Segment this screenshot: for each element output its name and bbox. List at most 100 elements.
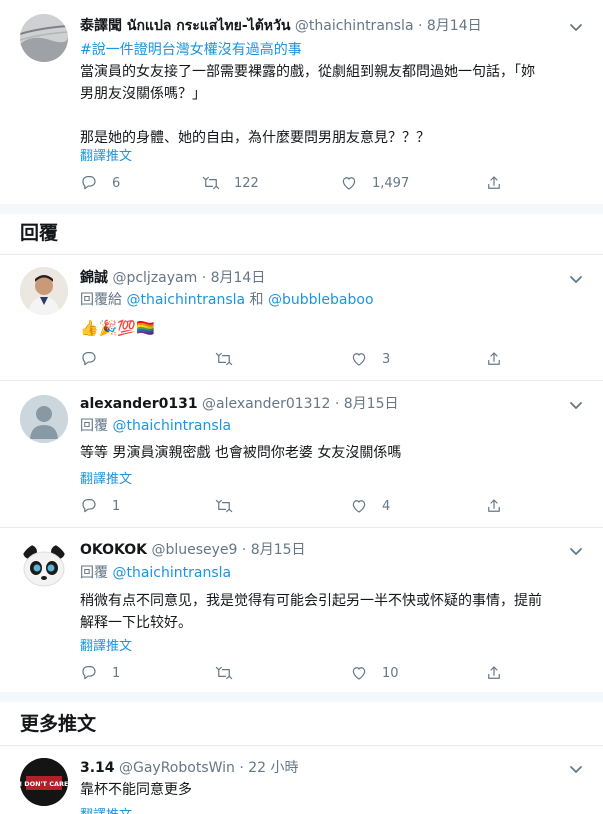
tweet-text: 等等 男演員演親密戲 也會被問你老婆 女友沒關係嗎 [80, 445, 402, 461]
avatar[interactable] [20, 267, 68, 315]
like-count: 10 [382, 665, 399, 681]
tweet-header: 3.14 @GayRobotsWin · 22 小時 [80, 758, 299, 778]
hashtag-link[interactable]: #說一件證明台灣女權沒有過高的事 [80, 39, 535, 61]
tweet-line: 當演員的女友接了一部需要裸露的戲，從劇組到親友都問過她一句話，「妳 [80, 64, 535, 80]
author-name[interactable]: 錦誠 [80, 270, 108, 286]
like-button[interactable]: 1,497 [340, 173, 409, 193]
share-button[interactable] [485, 663, 503, 683]
reply-prefix: 回覆 [80, 565, 108, 581]
reply-count: 1 [112, 498, 121, 514]
retweet-icon [215, 666, 233, 680]
share-icon [488, 352, 500, 365]
author-name[interactable]: 3.14 [80, 760, 115, 776]
retweet-button[interactable]: 122 [202, 173, 259, 193]
tweet-date[interactable]: · 8月15日 [335, 396, 399, 412]
reply-prefix: 回覆給 [80, 292, 122, 308]
author-handle[interactable]: @blueseye9 [151, 542, 237, 558]
like-button[interactable]: 4 [350, 496, 390, 516]
more-tweets-heading: 更多推文 [20, 713, 97, 735]
avatar[interactable] [20, 395, 68, 443]
tweet-header: 錦誠 @pcljzayam · 8月14日 [80, 268, 265, 288]
reply-icon [82, 352, 96, 366]
replies-heading: 回覆 [20, 222, 59, 244]
author-handle[interactable]: @pcljzayam [112, 270, 197, 286]
tweet-line: 稍微有点不同意见，我是觉得有可能会引起另一半不快或怀疑的事情，提前 [80, 593, 542, 609]
share-button[interactable] [485, 173, 503, 193]
share-icon [488, 666, 500, 679]
tweet-line: 男朋友沒關係嗎？」 [80, 86, 206, 102]
like-button[interactable]: 3 [350, 349, 390, 369]
retweet-button[interactable] [215, 496, 247, 516]
author-name[interactable]: alexander0131 [80, 396, 198, 412]
avatar-image [20, 267, 68, 315]
avatar-image: I DON'T CARE [20, 758, 68, 806]
reply-button[interactable]: 6 [80, 173, 120, 193]
chevron-down-icon[interactable] [566, 269, 586, 289]
retweet-button[interactable] [215, 663, 247, 683]
tweet-header: OKOKOK @blueseye9 · 8月15日 [80, 540, 306, 560]
like-count: 3 [382, 351, 391, 367]
retweet-icon [202, 176, 220, 190]
mention-link[interactable]: @thaichintransla [126, 292, 245, 308]
reply-icon [82, 666, 96, 680]
tweet-line: 那是她的身體、她的自由，為什麼要問男朋友意見？？？ [80, 130, 430, 146]
reply-count: 1 [112, 665, 121, 681]
translate-link[interactable]: 翻譯推文 [80, 468, 132, 487]
avatar[interactable] [20, 542, 68, 590]
tweet-text: #說一件證明台灣女權沒有過高的事 當演員的女友接了一部需要裸露的戲，從劇組到親友… [80, 39, 535, 149]
tweet-text: 靠杯不能同意更多 [80, 782, 192, 798]
tweet-date[interactable]: · 8月14日 [202, 270, 266, 286]
author-name[interactable]: OKOKOK [80, 542, 147, 558]
main-tweet[interactable]: 泰譯聞 นักแปล กระแสไทย-ไต้หวัน @thaichintra… [0, 0, 603, 205]
author-handle[interactable]: @alexander01312 [202, 396, 330, 412]
author-name[interactable]: 泰譯聞 นักแปล กระแสไทย-ไต้หวัน [80, 18, 290, 34]
share-button[interactable] [485, 349, 503, 369]
panda-icon [20, 542, 68, 590]
reply-button[interactable]: 1 [80, 496, 120, 516]
share-icon [488, 176, 500, 189]
reply-context: 回覆 @thaichintransla [80, 562, 231, 584]
author-handle[interactable]: @thaichintransla [295, 18, 414, 34]
avatar[interactable] [20, 14, 68, 62]
reply-tweet[interactable]: OKOKOK @blueseye9 · 8月15日 回覆 @thaichintr… [0, 528, 603, 691]
author-handle[interactable]: @GayRobotsWin [119, 760, 235, 776]
translate-link[interactable]: 翻譯推文 [80, 804, 132, 814]
reply-button[interactable] [80, 349, 112, 369]
tweet-actions: 6 122 1,497 [80, 173, 510, 193]
like-button[interactable]: 10 [350, 663, 399, 683]
reply-prefix: 回覆 [80, 418, 108, 434]
tweet-date[interactable]: · 22 小時 [239, 760, 298, 776]
share-icon [488, 499, 500, 512]
section-divider [0, 204, 603, 214]
more-tweet[interactable]: I DON'T CARE 3.14 @GayRobotsWin · 22 小時 … [0, 746, 603, 814]
avatar-text: I DON'T CARE [20, 780, 68, 788]
chevron-down-icon[interactable] [566, 395, 586, 415]
heart-icon [342, 177, 356, 190]
tweet-actions: 1 10 [80, 663, 510, 683]
chevron-down-icon[interactable] [566, 17, 586, 37]
retweet-icon [215, 352, 233, 366]
tweet-text: 👍🎉💯🏳️‍🌈 [80, 319, 155, 337]
reply-count: 6 [112, 175, 121, 191]
reply-button[interactable]: 1 [80, 663, 120, 683]
translate-link[interactable]: 翻譯推文 [80, 145, 132, 164]
chevron-down-icon[interactable] [566, 541, 586, 561]
mention-link[interactable]: @thaichintransla [112, 418, 231, 434]
reply-tweet[interactable]: alexander0131 @alexander01312 · 8月15日 回覆… [0, 381, 603, 527]
reply-icon [82, 499, 96, 513]
translate-link[interactable]: 翻譯推文 [80, 635, 132, 654]
reply-tweet[interactable]: 錦誠 @pcljzayam · 8月14日 回覆給 @thaichintrans… [0, 255, 603, 380]
section-divider [0, 692, 603, 702]
avatar[interactable]: I DON'T CARE [20, 758, 68, 806]
chevron-down-icon[interactable] [566, 759, 586, 779]
mention-link[interactable]: @bubblebaboo [268, 292, 374, 308]
tweet-date[interactable]: · 8月15日 [242, 542, 306, 558]
tweet-line: 解释一下比较好。 [80, 615, 192, 631]
share-button[interactable] [485, 496, 503, 516]
retweet-button[interactable] [215, 349, 247, 369]
reply-context: 回覆給 @thaichintransla 和 @bubblebaboo [80, 289, 374, 311]
tweet-date[interactable]: · 8月14日 [418, 18, 482, 34]
retweet-icon [215, 499, 233, 513]
mention-link[interactable]: @thaichintransla [112, 565, 231, 581]
reply-icon [82, 176, 96, 190]
